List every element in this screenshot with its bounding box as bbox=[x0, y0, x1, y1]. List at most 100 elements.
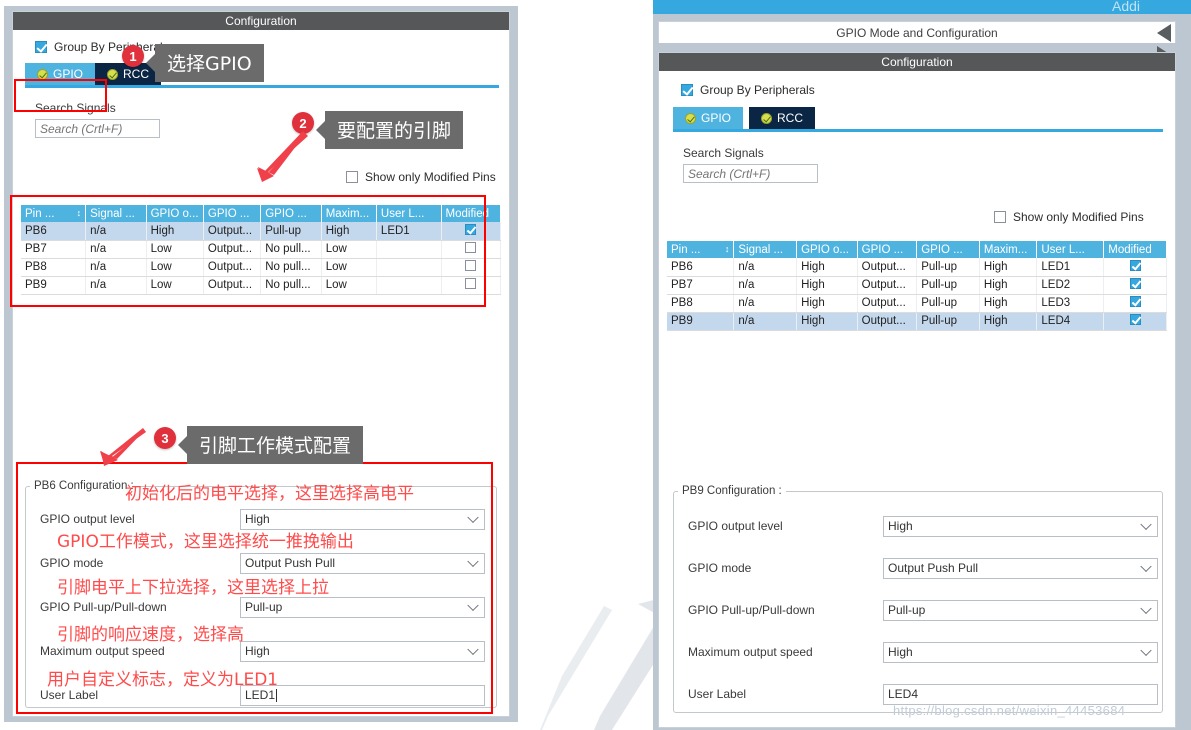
checkbox-unchecked-icon[interactable] bbox=[465, 278, 477, 289]
col-pin[interactable]: Pin ... ↕ bbox=[667, 241, 735, 258]
gpio-mode-cell: Output... bbox=[203, 276, 262, 295]
left-pins-table-wrap[interactable]: Pin ... ↕ Signal ... GPIO o... GPIO ... … bbox=[21, 205, 502, 295]
left-group-by-peripherals-row[interactable]: Group By Peripherals bbox=[35, 40, 509, 54]
modified-cell[interactable] bbox=[1103, 258, 1167, 277]
pin-cell: PB8 bbox=[21, 258, 87, 277]
config-field-value: Output Push Pull bbox=[888, 561, 979, 575]
left-show-only-modified-row[interactable]: Show only Modified Pins bbox=[346, 170, 496, 184]
col-maximum-speed[interactable]: Maxim... bbox=[321, 205, 377, 222]
checkbox-unchecked-icon[interactable] bbox=[994, 211, 1006, 223]
user-label-cell: LED2 bbox=[1036, 276, 1105, 295]
checkbox-unchecked-icon[interactable] bbox=[465, 260, 477, 271]
checkbox-checked-icon[interactable] bbox=[681, 84, 693, 96]
checkbox-checked-icon[interactable] bbox=[1129, 259, 1141, 271]
col-signal[interactable]: Signal ... bbox=[85, 205, 147, 222]
right-peripheral-tabs[interactable]: GPIO RCC bbox=[673, 107, 1175, 129]
config-field-label: User Label bbox=[40, 688, 99, 702]
callout-bubble-3: 引脚工作模式配置 bbox=[187, 426, 364, 464]
modified-cell[interactable] bbox=[1103, 294, 1167, 313]
chevron-down-icon[interactable] bbox=[467, 511, 479, 524]
modified-cell[interactable] bbox=[441, 240, 502, 259]
right-pin-configuration-group: PB9 Configuration : GPIO output level Hig… bbox=[673, 485, 1163, 713]
chevron-down-icon[interactable] bbox=[1140, 602, 1152, 615]
checkbox-checked-icon[interactable] bbox=[1129, 278, 1141, 289]
table-row[interactable]: PB6 n/a High Output... Pull-up High LED1 bbox=[21, 222, 502, 241]
col-gpio-output[interactable]: GPIO o... bbox=[146, 205, 204, 222]
checkbox-unchecked-icon[interactable] bbox=[465, 242, 477, 253]
config-field-combobox[interactable]: Pull-up bbox=[240, 596, 485, 618]
red-note-gpio-mode: GPIO工作模式，这里选择统一推挽输出 bbox=[57, 532, 354, 552]
col-gpio-output[interactable]: GPIO o... bbox=[796, 241, 858, 258]
config-field-combobox[interactable]: Output Push Pull bbox=[883, 557, 1158, 579]
left-peripheral-tabs[interactable]: GPIO RCC bbox=[25, 63, 509, 85]
table-row[interactable]: PB9 n/a High Output... Pull-up High LED4 bbox=[667, 312, 1167, 331]
right-group-by-peripherals-row[interactable]: Group By Peripherals bbox=[681, 83, 1175, 97]
left-configuration-title: Configuration bbox=[13, 12, 509, 30]
col-modified[interactable]: Modified bbox=[441, 205, 502, 222]
checkbox-checked-icon[interactable] bbox=[35, 41, 47, 53]
pin-cell: PB9 bbox=[21, 276, 87, 295]
config-field-combobox[interactable]: High bbox=[240, 640, 485, 662]
tab-gpio[interactable]: GPIO bbox=[25, 63, 96, 85]
table-row[interactable]: PB8 n/a Low Output... No pull... Low bbox=[21, 258, 502, 277]
tab-rcc[interactable]: RCC bbox=[749, 107, 816, 129]
output-level-cell: Low bbox=[146, 258, 204, 277]
right-pins-table-wrap[interactable]: Pin ... ↕ Signal ... GPIO o... GPIO ... … bbox=[667, 241, 1167, 331]
tab-gpio-label: GPIO bbox=[701, 111, 732, 125]
table-row[interactable]: PB9 n/a Low Output... No pull... Low bbox=[21, 276, 502, 295]
checkbox-checked-icon[interactable] bbox=[1129, 296, 1141, 307]
checkbox-unchecked-icon[interactable] bbox=[346, 171, 358, 183]
modified-cell[interactable] bbox=[441, 222, 502, 241]
chevron-down-icon[interactable] bbox=[1140, 518, 1152, 531]
col-pin[interactable]: Pin ... ↕ bbox=[21, 205, 87, 222]
modified-cell[interactable] bbox=[1103, 312, 1167, 331]
col-gpio-mode[interactable]: GPIO ... bbox=[857, 241, 918, 258]
modified-cell[interactable] bbox=[441, 276, 502, 295]
col-modified[interactable]: Modified bbox=[1103, 241, 1167, 258]
chevron-down-icon[interactable] bbox=[467, 555, 479, 568]
col-gpio-pull[interactable]: GPIO ... bbox=[916, 241, 980, 258]
col-user-label[interactable]: User L... bbox=[376, 205, 442, 222]
config-field-combobox[interactable]: High bbox=[883, 641, 1158, 663]
table-row[interactable]: PB7 n/a Low Output... No pull... Low bbox=[21, 240, 502, 259]
checkbox-checked-icon[interactable] bbox=[465, 223, 477, 235]
chevron-down-icon[interactable] bbox=[467, 643, 479, 656]
table-row[interactable]: PB8 n/a High Output... Pull-up High LED3 bbox=[667, 294, 1167, 313]
modified-cell[interactable] bbox=[441, 258, 502, 277]
col-user-label[interactable]: User L... bbox=[1036, 241, 1105, 258]
sort-arrows-icon[interactable]: ↕ bbox=[77, 208, 82, 218]
chevron-down-icon[interactable] bbox=[467, 599, 479, 612]
modified-cell[interactable] bbox=[1103, 276, 1167, 295]
tab-gpio[interactable]: GPIO bbox=[673, 107, 744, 129]
col-maximum-speed[interactable]: Maxim... bbox=[979, 241, 1038, 258]
chevron-down-icon[interactable] bbox=[1140, 560, 1152, 573]
red-note-user-label: 用户自定义标志，定义为LED1 bbox=[47, 670, 279, 690]
config-field-textbox[interactable]: LED4 bbox=[883, 683, 1158, 705]
right-configuration-title: Configuration bbox=[659, 53, 1175, 71]
left-pins-table[interactable]: Pin ... ↕ Signal ... GPIO o... GPIO ... … bbox=[21, 205, 502, 295]
right-pins-table-body[interactable]: PB6 n/a High Output... Pull-up High LED1 PB7 n/a… bbox=[667, 258, 1167, 331]
config-field-label: GPIO Pull-up/Pull-down bbox=[40, 600, 167, 614]
col-pin-label: Pin ... bbox=[25, 207, 55, 220]
pull-cell: No pull... bbox=[260, 240, 322, 259]
checkbox-checked-icon[interactable] bbox=[1129, 314, 1141, 325]
left-pins-table-body[interactable]: PB6 n/a High Output... Pull-up High LED1 PB7 n/a… bbox=[21, 222, 502, 295]
left-search-input[interactable] bbox=[35, 119, 160, 138]
col-gpio-pull[interactable]: GPIO ... bbox=[260, 205, 322, 222]
col-gpio-mode[interactable]: GPIO ... bbox=[203, 205, 262, 222]
sort-arrows-icon[interactable]: ↕ bbox=[725, 244, 730, 254]
chevron-down-icon[interactable] bbox=[1140, 644, 1152, 657]
left-show-only-modified-label: Show only Modified Pins bbox=[365, 170, 496, 184]
config-field-combobox[interactable]: High bbox=[883, 515, 1158, 537]
col-signal[interactable]: Signal ... bbox=[733, 241, 798, 258]
table-row[interactable]: PB6 n/a High Output... Pull-up High LED1 bbox=[667, 258, 1167, 277]
right-search-input[interactable] bbox=[683, 164, 818, 183]
callout-bubble-2: 要配置的引脚 bbox=[325, 111, 464, 149]
right-pins-table[interactable]: Pin ... ↕ Signal ... GPIO o... GPIO ... … bbox=[667, 241, 1167, 331]
output-level-cell: High bbox=[796, 312, 858, 331]
table-row[interactable]: PB7 n/a High Output... Pull-up High LED2 bbox=[667, 276, 1167, 295]
config-field-combobox[interactable]: Pull-up bbox=[883, 599, 1158, 621]
right-panel-frame: GPIO Mode and Configuration Configuratio… bbox=[653, 14, 1191, 730]
right-show-only-modified-row[interactable]: Show only Modified Pins bbox=[994, 210, 1144, 224]
config-field-combobox[interactable]: Output Push Pull bbox=[240, 552, 485, 574]
